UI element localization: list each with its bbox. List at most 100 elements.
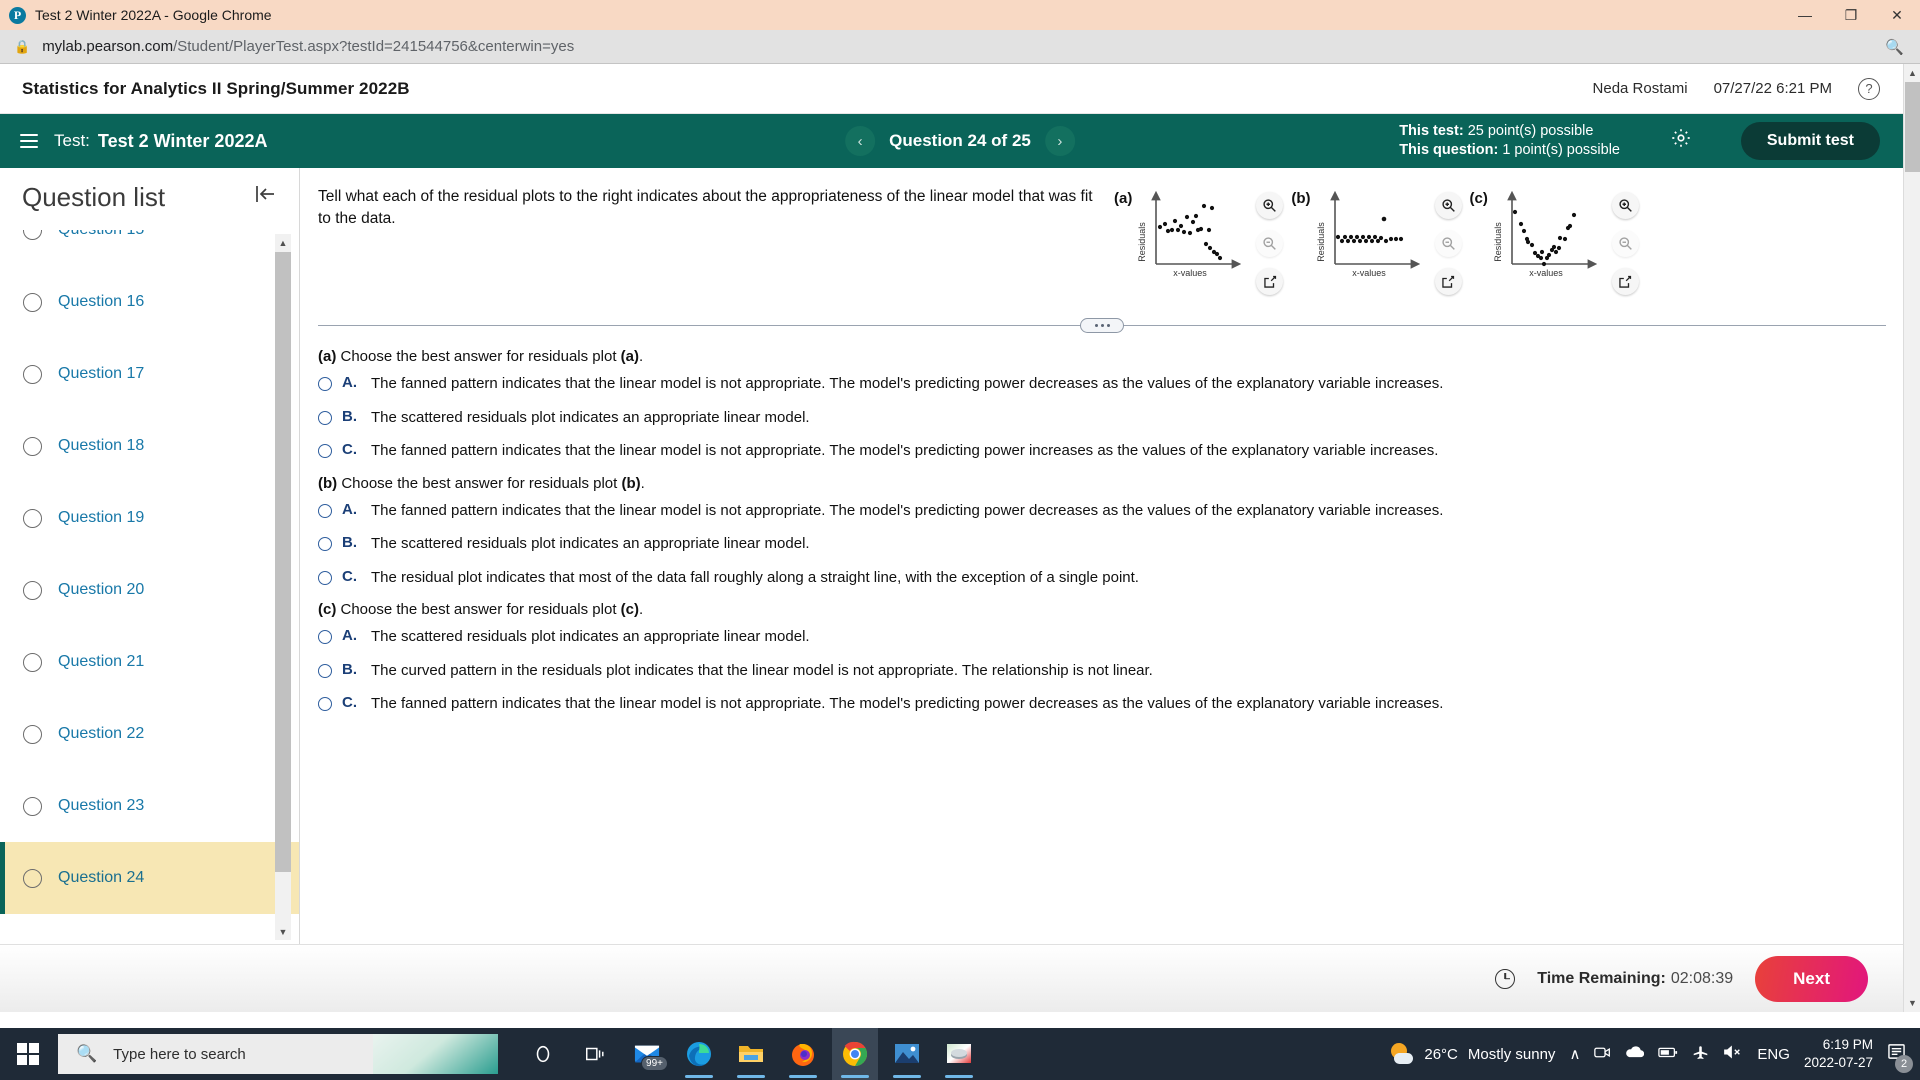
zoom-out-icon[interactable] xyxy=(1256,230,1284,257)
help-icon[interactable]: ? xyxy=(1858,77,1880,100)
answer-parts: (a) Choose the best answer for residuals… xyxy=(300,326,1920,714)
minimize-button[interactable]: — xyxy=(1782,0,1828,30)
option-radio[interactable] xyxy=(318,663,332,678)
page-scrollbar-thumb[interactable] xyxy=(1905,82,1920,172)
option-b-C[interactable]: C. The residual plot indicates that most… xyxy=(318,568,1886,588)
open-in-new-window-icon[interactable] xyxy=(1434,268,1462,295)
option-radio[interactable] xyxy=(318,570,332,585)
gear-icon[interactable] xyxy=(1670,127,1692,155)
notifications-icon[interactable]: 2 xyxy=(1887,1043,1913,1073)
option-radio[interactable] xyxy=(318,377,332,391)
collapse-panel-icon[interactable] xyxy=(253,183,277,212)
zoom-out-icon[interactable] xyxy=(1611,230,1639,257)
zoom-in-icon[interactable] xyxy=(1434,192,1462,219)
option-radio[interactable] xyxy=(318,444,332,458)
question-list-item-15[interactable]: Question 15 xyxy=(0,230,299,266)
question-list-scroll[interactable]: Question 15 Question 16 Question 17 Ques… xyxy=(0,230,299,930)
microsoft-edge-icon[interactable] xyxy=(676,1028,722,1080)
photos-icon[interactable] xyxy=(884,1028,930,1080)
option-c-B[interactable]: B. The curved pattern in the residuals p… xyxy=(318,661,1886,681)
this-question-label: This question: xyxy=(1399,142,1499,158)
zoom-out-icon[interactable] xyxy=(1434,230,1462,257)
open-in-new-window-icon[interactable] xyxy=(1611,268,1639,295)
page-scrollbar[interactable]: ▲ ▼ xyxy=(1903,64,1920,1012)
question-list-item-22[interactable]: Question 22 xyxy=(0,698,299,770)
question-stem: Tell what each of the residual plots to … xyxy=(318,188,1093,227)
cortana-icon[interactable] xyxy=(520,1028,566,1080)
question-list-item-16[interactable]: Question 16 xyxy=(0,266,299,338)
question-list-item-20[interactable]: Question 20 xyxy=(0,554,299,626)
part-a-prompt-after: . xyxy=(639,348,644,365)
option-b-A[interactable]: A. The fanned pattern indicates that the… xyxy=(318,501,1886,521)
system-tray: 26°C Mostly sunny ∧ ENG 6:19 PM 2022-07-… xyxy=(1390,1036,1920,1073)
file-explorer-icon[interactable] xyxy=(728,1028,774,1080)
taskbar-clock[interactable]: 6:19 PM 2022-07-27 xyxy=(1804,1036,1873,1072)
next-button[interactable]: Next xyxy=(1755,955,1868,1002)
previous-question-button[interactable]: ‹ xyxy=(845,126,876,156)
page-scroll-down-icon[interactable]: ▼ xyxy=(1904,994,1920,1012)
page-scroll-up-icon[interactable]: ▲ xyxy=(1904,64,1920,82)
google-chrome-icon[interactable] xyxy=(832,1028,878,1080)
user-name: Neda Rostami xyxy=(1592,80,1688,97)
maximize-button[interactable]: ❐ xyxy=(1828,0,1874,30)
open-in-new-window-icon[interactable] xyxy=(1256,268,1284,295)
hamburger-icon[interactable] xyxy=(12,128,46,154)
submit-test-button[interactable]: Submit test xyxy=(1740,122,1880,160)
taskbar-search-box[interactable]: 🔍 Type here to search xyxy=(58,1034,498,1074)
test-label: Test: xyxy=(54,131,90,150)
option-c-C[interactable]: C. The fanned pattern indicates that the… xyxy=(318,694,1886,714)
this-test-value: 25 point(s) possible xyxy=(1467,122,1594,139)
search-icon[interactable]: 🔍 xyxy=(1885,38,1904,56)
option-b-B[interactable]: B. The scattered residuals plot indicate… xyxy=(318,534,1886,554)
question-list-item-23[interactable]: Question 23 xyxy=(0,770,299,842)
task-view-icon[interactable] xyxy=(572,1028,618,1080)
windows-start-icon[interactable] xyxy=(0,1028,56,1080)
volume-muted-icon[interactable] xyxy=(1723,1044,1743,1064)
scroll-up-icon[interactable]: ▲ xyxy=(275,234,291,251)
option-a-A[interactable]: A. The fanned pattern indicates that the… xyxy=(318,374,1886,394)
meet-now-icon[interactable] xyxy=(1594,1045,1611,1064)
svg-text:x-values: x-values xyxy=(1174,268,1208,278)
question-list-item-label: Question 23 xyxy=(58,797,145,814)
zoom-in-icon[interactable] xyxy=(1611,192,1639,219)
option-radio[interactable] xyxy=(318,410,332,425)
question-list-item-17[interactable]: Question 17 xyxy=(0,338,299,410)
battery-icon[interactable] xyxy=(1658,1045,1678,1063)
option-letter: A. xyxy=(342,374,357,391)
zoom-in-icon[interactable] xyxy=(1256,192,1284,219)
disk-image-icon[interactable] xyxy=(936,1028,982,1080)
question-list-item-19[interactable]: Question 19 xyxy=(0,482,299,554)
option-text: The fanned pattern indicates that the li… xyxy=(371,695,1444,712)
browser-address-bar[interactable]: 🔒 mylab.pearson.com/Student/PlayerTest.a… xyxy=(0,30,1920,64)
next-question-button[interactable]: › xyxy=(1044,126,1075,156)
question-status-icon xyxy=(23,868,42,888)
option-c-A[interactable]: A. The scattered residuals plot indicate… xyxy=(318,627,1886,647)
option-a-C[interactable]: C. The fanned pattern indicates that the… xyxy=(318,441,1886,461)
question-list-item-18[interactable]: Question 18 xyxy=(0,410,299,482)
scrollbar-thumb[interactable] xyxy=(275,252,291,872)
drag-handle-dots[interactable] xyxy=(1080,318,1124,333)
option-radio[interactable] xyxy=(318,503,332,518)
close-button[interactable]: ✕ xyxy=(1874,0,1920,30)
search-icon: 🔍 xyxy=(76,1044,98,1063)
option-radio[interactable] xyxy=(318,697,332,711)
airplane-icon[interactable] xyxy=(1692,1044,1709,1065)
residual-plot-c-group: (c) Residuals x-values xyxy=(1470,186,1600,295)
option-radio[interactable] xyxy=(318,630,332,644)
option-radio[interactable] xyxy=(318,537,332,551)
mail-icon[interactable]: 99+ xyxy=(624,1028,670,1080)
firefox-icon[interactable] xyxy=(780,1028,826,1080)
question-list-item-24[interactable]: Question 24 xyxy=(0,842,299,914)
option-letter: C. xyxy=(342,694,357,711)
question-status-icon xyxy=(23,292,42,312)
option-a-B[interactable]: B. The scattered residuals plot indicate… xyxy=(318,408,1886,428)
time-remaining-value: 02:08:39 xyxy=(1670,969,1734,987)
onedrive-icon[interactable] xyxy=(1625,1045,1645,1063)
scroll-down-icon[interactable]: ▼ xyxy=(275,923,291,940)
language-indicator[interactable]: ENG xyxy=(1757,1046,1790,1063)
show-hidden-icons-icon[interactable]: ∧ xyxy=(1569,1045,1580,1063)
question-list-item-21[interactable]: Question 21 xyxy=(0,626,299,698)
running-indicator xyxy=(685,1075,713,1078)
weather-widget[interactable]: 26°C Mostly sunny xyxy=(1390,1043,1555,1065)
question-list-scrollbar[interactable]: ▲ ▼ xyxy=(275,234,291,940)
